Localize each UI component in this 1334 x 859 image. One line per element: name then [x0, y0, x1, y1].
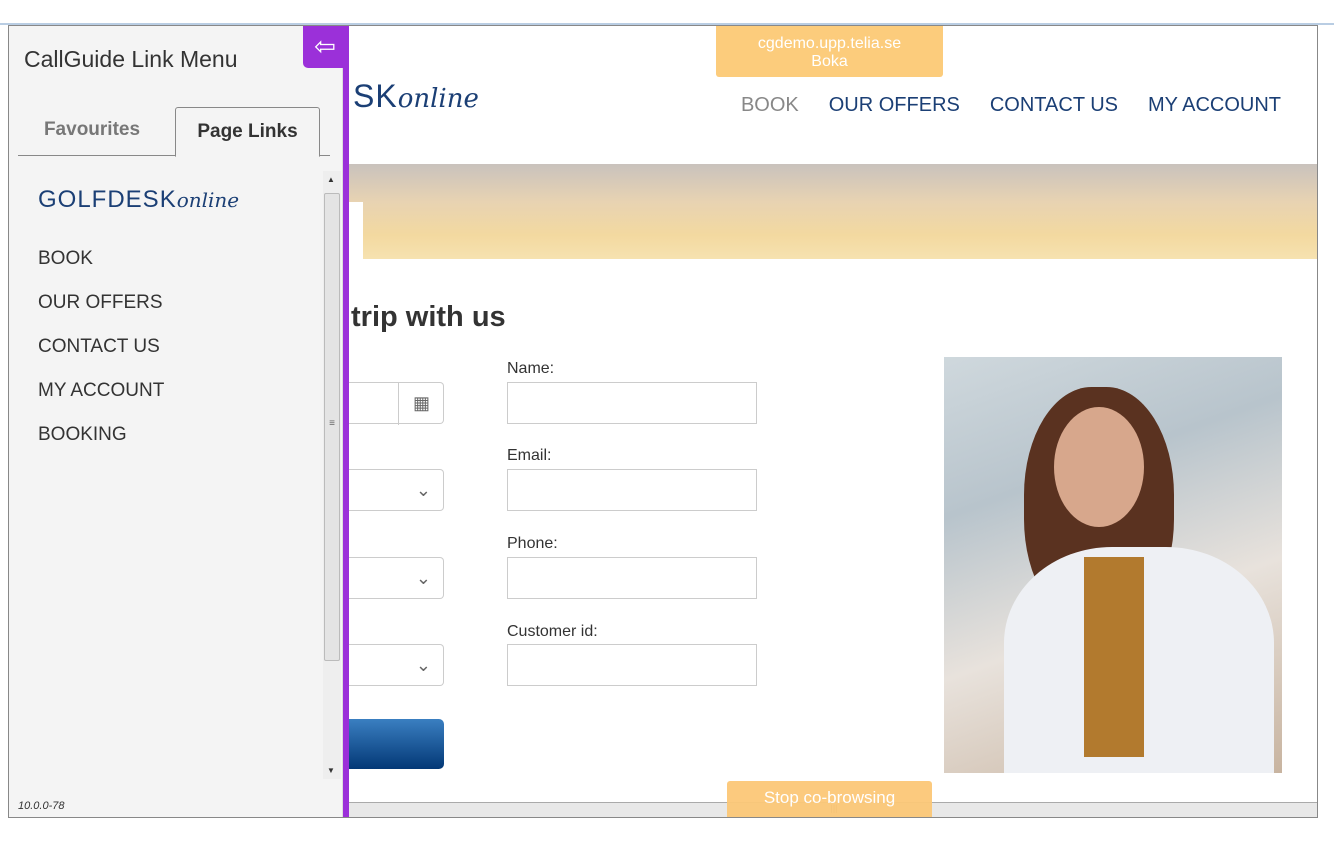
- calendar-icon[interactable]: ▦: [398, 383, 444, 425]
- nav-my-account[interactable]: MY ACCOUNT: [1148, 94, 1281, 117]
- browser-window: CallGuide Link Menu Favourites Page Link…: [8, 25, 1318, 818]
- cobrowse-host: cgdemo.upp.telia.se: [757, 35, 902, 52]
- link-our-offers[interactable]: OUR OFFERS: [38, 292, 164, 336]
- cobrowsed-page: SKonline BOOK OUR OFFERS CONTACT US MY A…: [349, 26, 1317, 817]
- phone-label: Phone:: [507, 535, 558, 552]
- nav-book[interactable]: BOOK: [741, 94, 799, 117]
- date-input[interactable]: ▦: [349, 382, 444, 425]
- customer-id-label: Customer id:: [507, 623, 598, 640]
- stop-cobrowsing-button[interactable]: Stop co-browsing: [727, 781, 932, 817]
- browser-top-edge: [0, 0, 1334, 25]
- chevron-down-icon: ⌄: [415, 568, 431, 588]
- golfdesk-logo[interactable]: GOLFDESKonline: [38, 186, 239, 214]
- tab-favourites[interactable]: Favourites: [18, 107, 166, 156]
- select-2[interactable]: ⌄: [349, 557, 444, 599]
- link-my-account[interactable]: MY ACCOUNT: [38, 380, 164, 424]
- sidebar-scrollbar[interactable]: ▲ ≡ ▼: [323, 171, 341, 779]
- site-logo-script: online: [397, 84, 479, 114]
- chevron-down-icon: ⌄: [415, 655, 431, 675]
- email-input[interactable]: [507, 469, 757, 511]
- scroll-thumb[interactable]: ≡: [324, 193, 340, 661]
- customer-photo: [944, 357, 1282, 773]
- page-links-list: BOOK OUR OFFERS CONTACT US MY ACCOUNT BO…: [38, 248, 164, 468]
- link-booking[interactable]: BOOKING: [38, 424, 164, 468]
- site-logo[interactable]: SKonline: [353, 78, 479, 115]
- link-book[interactable]: BOOK: [38, 248, 164, 292]
- tab-page-links[interactable]: Page Links: [175, 107, 320, 157]
- nav-contact-us[interactable]: CONTACT US: [990, 94, 1118, 117]
- phone-input[interactable]: [507, 557, 757, 599]
- version-label: 10.0.0-78: [18, 800, 65, 812]
- collapse-menu-icon[interactable]: ⇦: [303, 26, 347, 68]
- page-heading: trip with us: [351, 301, 506, 333]
- scroll-down-icon[interactable]: ▼: [327, 766, 335, 775]
- name-label: Name:: [507, 360, 555, 377]
- sidebar-title: CallGuide Link Menu: [24, 46, 238, 72]
- name-input[interactable]: [507, 382, 757, 424]
- link-menu-sidebar: CallGuide Link Menu Favourites Page Link…: [9, 26, 343, 817]
- email-label: Email:: [507, 447, 552, 464]
- select-3[interactable]: ⌄: [349, 644, 444, 686]
- customer-id-input[interactable]: [507, 644, 757, 686]
- submit-button[interactable]: [349, 719, 444, 769]
- select-1[interactable]: ⌄: [349, 469, 444, 511]
- cobrowse-page: Boka: [811, 53, 848, 70]
- link-contact-us[interactable]: CONTACT US: [38, 336, 164, 380]
- logo-main: GOLFDESK: [38, 186, 177, 213]
- scroll-up-icon[interactable]: ▲: [327, 175, 335, 184]
- nav-our-offers[interactable]: OUR OFFERS: [829, 94, 960, 117]
- hero-banner: [349, 164, 1317, 259]
- sidebar-tabs: Favourites Page Links: [18, 107, 330, 157]
- site-logo-main: SK: [353, 78, 398, 114]
- logo-script: online: [176, 188, 240, 212]
- site-nav: BOOK OUR OFFERS CONTACT US MY ACCOUNT: [741, 94, 1281, 117]
- chevron-down-icon: ⌄: [415, 480, 431, 500]
- cobrowse-indicator: cgdemo.upp.telia.se Boka: [716, 26, 943, 77]
